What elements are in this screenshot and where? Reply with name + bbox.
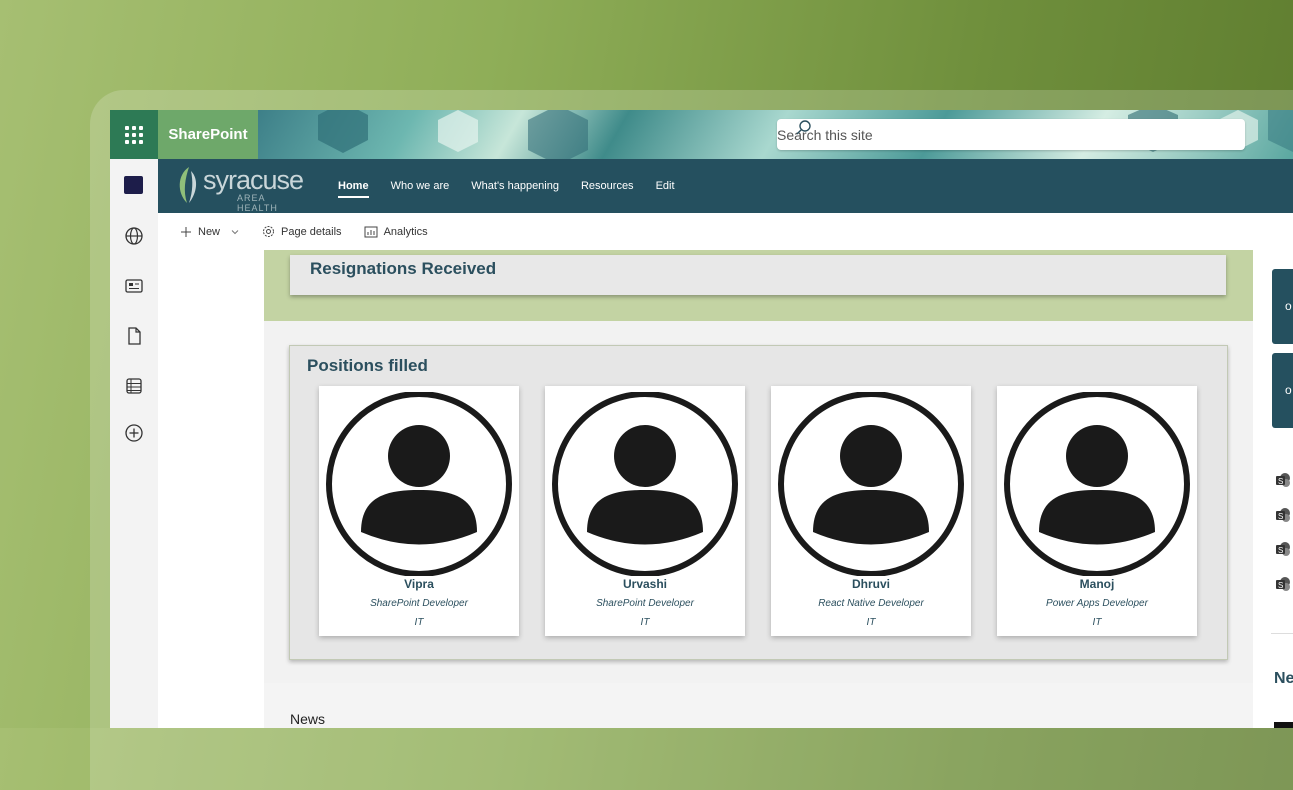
logo-text: syracuse: [203, 165, 304, 195]
person-role: Power Apps Developer: [1046, 598, 1148, 609]
tile-text: o: [1285, 299, 1292, 313]
sharepoint-window: SharePoint Search this site syracuse ARE…: [110, 110, 1293, 728]
person-name: Urvashi: [622, 577, 668, 591]
page-details-label: Page details: [281, 225, 342, 238]
quick-link-tile[interactable]: o: [1272, 269, 1293, 344]
top-navigation: Home Who we are What's happening Resourc…: [338, 159, 675, 213]
document-icon[interactable]: [124, 326, 144, 346]
nav-resources[interactable]: Resources: [581, 180, 634, 192]
quick-link-tile[interactable]: o: [1272, 353, 1293, 428]
logo-subtext: AREA HEALTH: [237, 193, 278, 213]
divider: [1271, 633, 1293, 634]
person-department: IT: [414, 617, 424, 628]
waffle-icon: [125, 125, 143, 144]
avatar-icon: [1004, 392, 1190, 576]
person-card[interactable]: Manoj Power Apps Developer IT: [997, 386, 1197, 636]
positions-webpart: Positions filled Vipra SharePoint Develo…: [289, 345, 1228, 660]
suite-bar: SharePoint Search this site: [110, 110, 1293, 159]
person-department: IT: [640, 617, 650, 628]
svg-text:S: S: [1278, 512, 1283, 521]
news-title: News: [290, 711, 326, 727]
nav-who-we-are[interactable]: Who we are: [391, 180, 450, 192]
chevron-down-icon: [231, 229, 239, 234]
news-section: News: [264, 683, 1253, 728]
svg-text:S: S: [1278, 546, 1283, 555]
site-logo[interactable]: syracuse AREA HEALTH: [173, 165, 304, 213]
globe-icon[interactable]: [124, 226, 144, 246]
sharepoint-site-icon[interactable]: S: [1275, 541, 1291, 557]
person-name: Dhruvi: [851, 577, 890, 591]
person-name: Manoj: [1079, 577, 1115, 591]
sharepoint-brand-link[interactable]: SharePoint: [158, 110, 258, 159]
search-icon: [796, 120, 811, 135]
search-placeholder: Search this site: [777, 126, 873, 143]
person-card[interactable]: Dhruvi React Native Developer IT: [771, 386, 971, 636]
person-name: Vipra: [404, 577, 434, 591]
tile-text: o: [1285, 383, 1292, 397]
positions-title: Positions filled: [307, 356, 428, 375]
right-column: o o S S S S Ne: [1253, 250, 1293, 728]
nav-home[interactable]: Home: [338, 180, 369, 198]
gear-icon: [263, 226, 275, 237]
leaf-logo-icon: [179, 167, 197, 203]
new-button[interactable]: New: [180, 226, 240, 238]
plus-icon: [181, 226, 191, 237]
news-icon[interactable]: [124, 276, 144, 296]
command-bar: New Page details Analytics: [158, 213, 1293, 251]
new-label: New: [198, 225, 221, 238]
suite-bar-pattern: Search this site: [258, 110, 1293, 159]
news-thumbnail[interactable]: [1274, 722, 1293, 728]
svg-text:S: S: [1278, 477, 1283, 486]
avatar-icon: [552, 392, 738, 576]
person-role: SharePoint Developer: [596, 598, 694, 609]
nav-whats-happening[interactable]: What's happening: [471, 180, 559, 192]
lists-icon[interactable]: [124, 376, 144, 396]
person-department: IT: [1092, 617, 1102, 628]
resignations-webpart: Resignations Received: [290, 255, 1226, 295]
analytics-button[interactable]: Analytics: [364, 226, 428, 238]
person-card[interactable]: Urvashi SharePoint Developer IT: [545, 386, 745, 636]
app-bar: [110, 159, 159, 728]
page-details-button[interactable]: Page details: [262, 225, 342, 238]
canvas-margin: [158, 250, 264, 728]
right-news-heading: Ne: [1274, 670, 1293, 687]
person-card[interactable]: Vipra SharePoint Developer IT: [319, 386, 519, 636]
search-box[interactable]: Search this site: [777, 119, 1245, 150]
analytics-icon: [364, 226, 378, 237]
sharepoint-site-icon[interactable]: S: [1275, 576, 1291, 592]
sharepoint-site-icon[interactable]: S: [1275, 472, 1291, 488]
person-role: React Native Developer: [818, 598, 924, 609]
avatar-icon: [326, 392, 512, 576]
org-logo-icon[interactable]: [124, 176, 143, 194]
person-department: IT: [866, 617, 876, 628]
person-role: SharePoint Developer: [370, 598, 468, 609]
analytics-label: Analytics: [383, 225, 428, 238]
avatar-icon: [778, 392, 964, 576]
create-icon[interactable]: [124, 423, 144, 443]
resignations-title: Resignations Received: [310, 259, 497, 278]
app-launcher-button[interactable]: [110, 110, 158, 159]
nav-edit[interactable]: Edit: [656, 180, 675, 192]
svg-text:S: S: [1278, 581, 1283, 590]
sharepoint-site-icon[interactable]: S: [1275, 507, 1291, 523]
site-header: syracuse AREA HEALTH Home Who we are Wha…: [158, 159, 1293, 213]
